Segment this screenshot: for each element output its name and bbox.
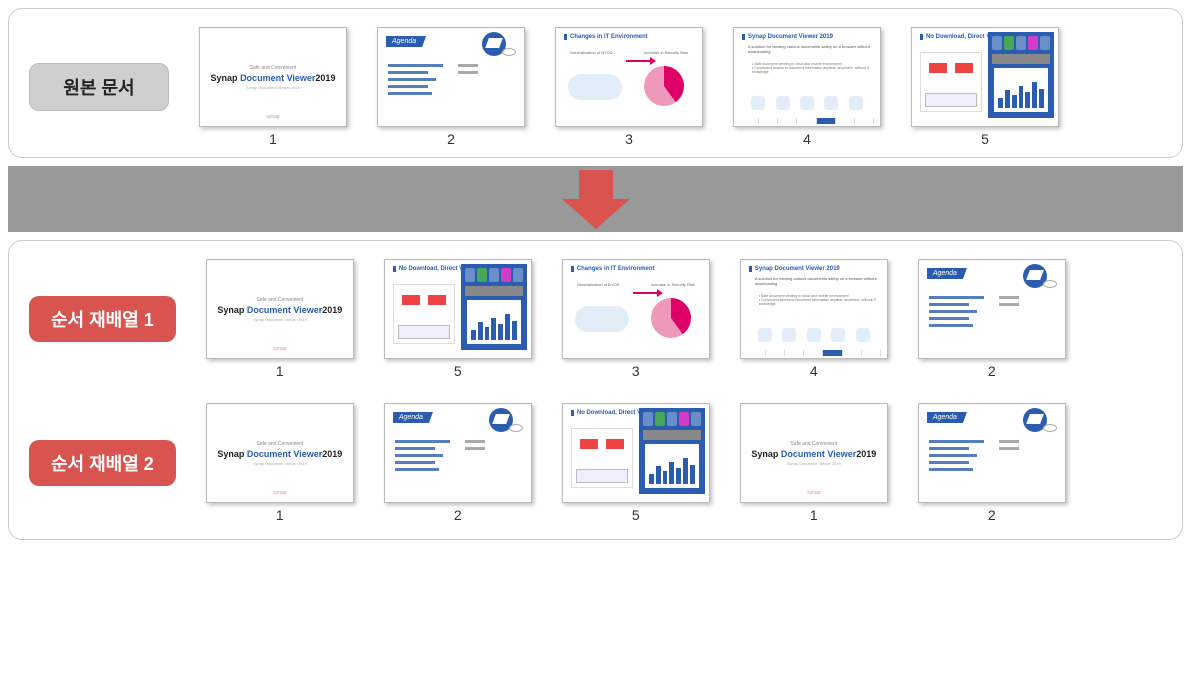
thumb-wrap: Changes in IT Environment Generalization… [555, 27, 703, 147]
row-reorder-1: 순서 재배열 1 Safe and Convenient Synap Docum… [29, 259, 1162, 379]
slide-thumbnail-agenda: Agenda [918, 259, 1066, 359]
slide-thumbnail-title: Safe and Convenient Synap Document Viewe… [199, 27, 347, 127]
page-number: 3 [632, 363, 640, 379]
page-number: 4 [803, 131, 811, 147]
thumb-wrap: Changes in IT Environment Generalization… [562, 259, 710, 379]
slide-thumbnail-title: Safe and Convenient Synap Document Viewe… [206, 403, 354, 503]
slide-thumbnail-title: Safe and Convenient Synap Document Viewe… [740, 403, 888, 503]
thumb-wrap: No Download, Direct View 5 [911, 27, 1059, 147]
thumb-wrap: Agenda 2 [384, 403, 532, 523]
slide-thumbnail-itenv: Changes in IT Environment Generalization… [555, 27, 703, 127]
slide-thumbnail-itenv: Changes in IT Environment Generalization… [562, 259, 710, 359]
label-reorder-2: 순서 재배열 2 [29, 440, 176, 486]
thumb-wrap: Safe and Convenient Synap Document Viewe… [206, 403, 354, 523]
slide-thumbnail-title: Safe and Convenient Synap Document Viewe… [206, 259, 354, 359]
page-number: 5 [454, 363, 462, 379]
slide-thumbnail-agenda: Agenda [918, 403, 1066, 503]
thumb-wrap: Safe and Convenient Synap Document Viewe… [740, 403, 888, 523]
slide-thumbnail-docviewer: Synap Document Viewer 2019 A solution fo… [740, 259, 888, 359]
panel-original: 원본 문서 Safe and Convenient Synap Document… [8, 8, 1183, 158]
page-number: 5 [981, 131, 989, 147]
thumb-wrap: Synap Document Viewer 2019 A solution fo… [733, 27, 881, 147]
page-number: 2 [447, 131, 455, 147]
thumb-wrap: Agenda 2 [918, 259, 1066, 379]
page-number: 1 [810, 507, 818, 523]
page-number: 2 [454, 507, 462, 523]
thumb-wrap: No Download, Direct View 5 [562, 403, 710, 523]
slide-thumbnail-docviewer: Synap Document Viewer 2019 A solution fo… [733, 27, 881, 127]
thumb-wrap: Agenda 2 [377, 27, 525, 147]
thumbs-original: Safe and Convenient Synap Document Viewe… [199, 27, 1162, 147]
arrow-down-icon [562, 170, 630, 229]
label-original: 원본 문서 [29, 63, 169, 111]
page-number: 4 [810, 363, 818, 379]
label-reorder-1: 순서 재배열 1 [29, 296, 176, 342]
page-number: 1 [269, 131, 277, 147]
thumb-wrap: Safe and Convenient Synap Document Viewe… [199, 27, 347, 147]
row-reorder-2: 순서 재배열 2 Safe and Convenient Synap Docum… [29, 403, 1162, 523]
slide-thumbnail-nodl: No Download, Direct View [911, 27, 1059, 127]
thumb-wrap: No Download, Direct View 5 [384, 259, 532, 379]
page-number: 3 [625, 131, 633, 147]
slide-thumbnail-nodl: No Download, Direct View [562, 403, 710, 503]
thumb-wrap: Safe and Convenient Synap Document Viewe… [206, 259, 354, 379]
panel-reordered: 순서 재배열 1 Safe and Convenient Synap Docum… [8, 240, 1183, 540]
separator-band [8, 166, 1183, 232]
slide-thumbnail-agenda: Agenda [384, 403, 532, 503]
page-number: 5 [632, 507, 640, 523]
thumb-wrap: Synap Document Viewer 2019 A solution fo… [740, 259, 888, 379]
page-number: 2 [988, 507, 996, 523]
slide-thumbnail-agenda: Agenda [377, 27, 525, 127]
thumbs-reorder-2: Safe and Convenient Synap Document Viewe… [206, 403, 1162, 523]
slide-thumbnail-nodl: No Download, Direct View [384, 259, 532, 359]
thumbs-reorder-1: Safe and Convenient Synap Document Viewe… [206, 259, 1162, 379]
page-number: 1 [276, 363, 284, 379]
page-number: 1 [276, 507, 284, 523]
page-number: 2 [988, 363, 996, 379]
thumb-wrap: Agenda 2 [918, 403, 1066, 523]
